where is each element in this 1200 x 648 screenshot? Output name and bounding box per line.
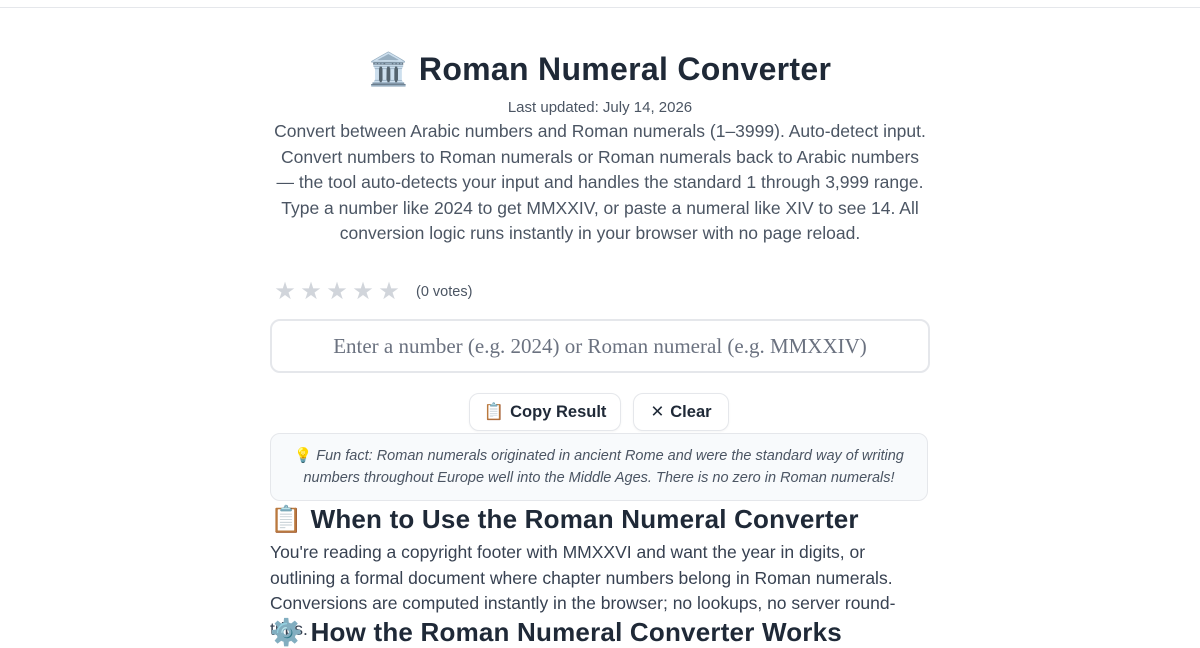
building-columns-icon: 🏛️ <box>368 51 409 87</box>
clipboard-icon: 📋 <box>483 402 505 421</box>
clipboard-icon: 📋 <box>270 504 303 534</box>
fun-fact-text: Fun fact: Roman numerals originated in a… <box>303 448 904 486</box>
star-rating: ★ ★ ★ ★ ★ (0 votes) <box>272 279 472 305</box>
page-title-text: Roman Numeral Converter <box>418 51 832 87</box>
intro-summary: Convert between Arabic numbers and Roman… <box>274 121 926 141</box>
clear-button[interactable]: ✕ Clear <box>633 393 729 431</box>
clear-label: Clear <box>670 402 712 421</box>
gear-icon: ⚙️ <box>270 617 303 647</box>
star-icon[interactable]: ★ <box>298 280 324 304</box>
section-heading-how-text: How the Roman Numeral Converter Works <box>310 617 842 647</box>
copy-result-label: Copy Result <box>510 402 607 421</box>
vote-count: (0 votes) <box>416 284 473 300</box>
converter-input-wrapper <box>270 319 930 373</box>
intro-details: Convert numbers to Roman numerals or Rom… <box>276 146 924 244</box>
star-icon[interactable]: ★ <box>324 280 350 304</box>
lightbulb-icon: 💡 <box>294 448 313 464</box>
star-icon[interactable]: ★ <box>376 280 402 304</box>
last-updated: Last updated: July 14, 2026 <box>507 99 693 116</box>
section-heading-when-text: When to Use the Roman Numeral Converter <box>310 504 859 534</box>
section-heading-when: 📋 When to Use the Roman Numeral Converter <box>270 504 859 535</box>
page: 🏛️ Roman Numeral Converter Last updated: … <box>0 0 1200 647</box>
intro-description: Convert between Arabic numbers and Roman… <box>270 119 930 247</box>
converter-input[interactable] <box>272 321 928 371</box>
star-icon[interactable]: ★ <box>350 280 376 304</box>
section-heading-how: ⚙️ How the Roman Numeral Converter Works <box>270 617 842 648</box>
fun-fact-callout: 💡 Fun fact: Roman numerals originated in… <box>270 433 928 501</box>
close-icon: ✕ <box>650 403 665 421</box>
star-icon[interactable]: ★ <box>272 280 298 304</box>
copy-result-button[interactable]: 📋 Copy Result <box>469 393 621 431</box>
page-title: 🏛️ Roman Numeral Converter <box>0 50 1200 88</box>
